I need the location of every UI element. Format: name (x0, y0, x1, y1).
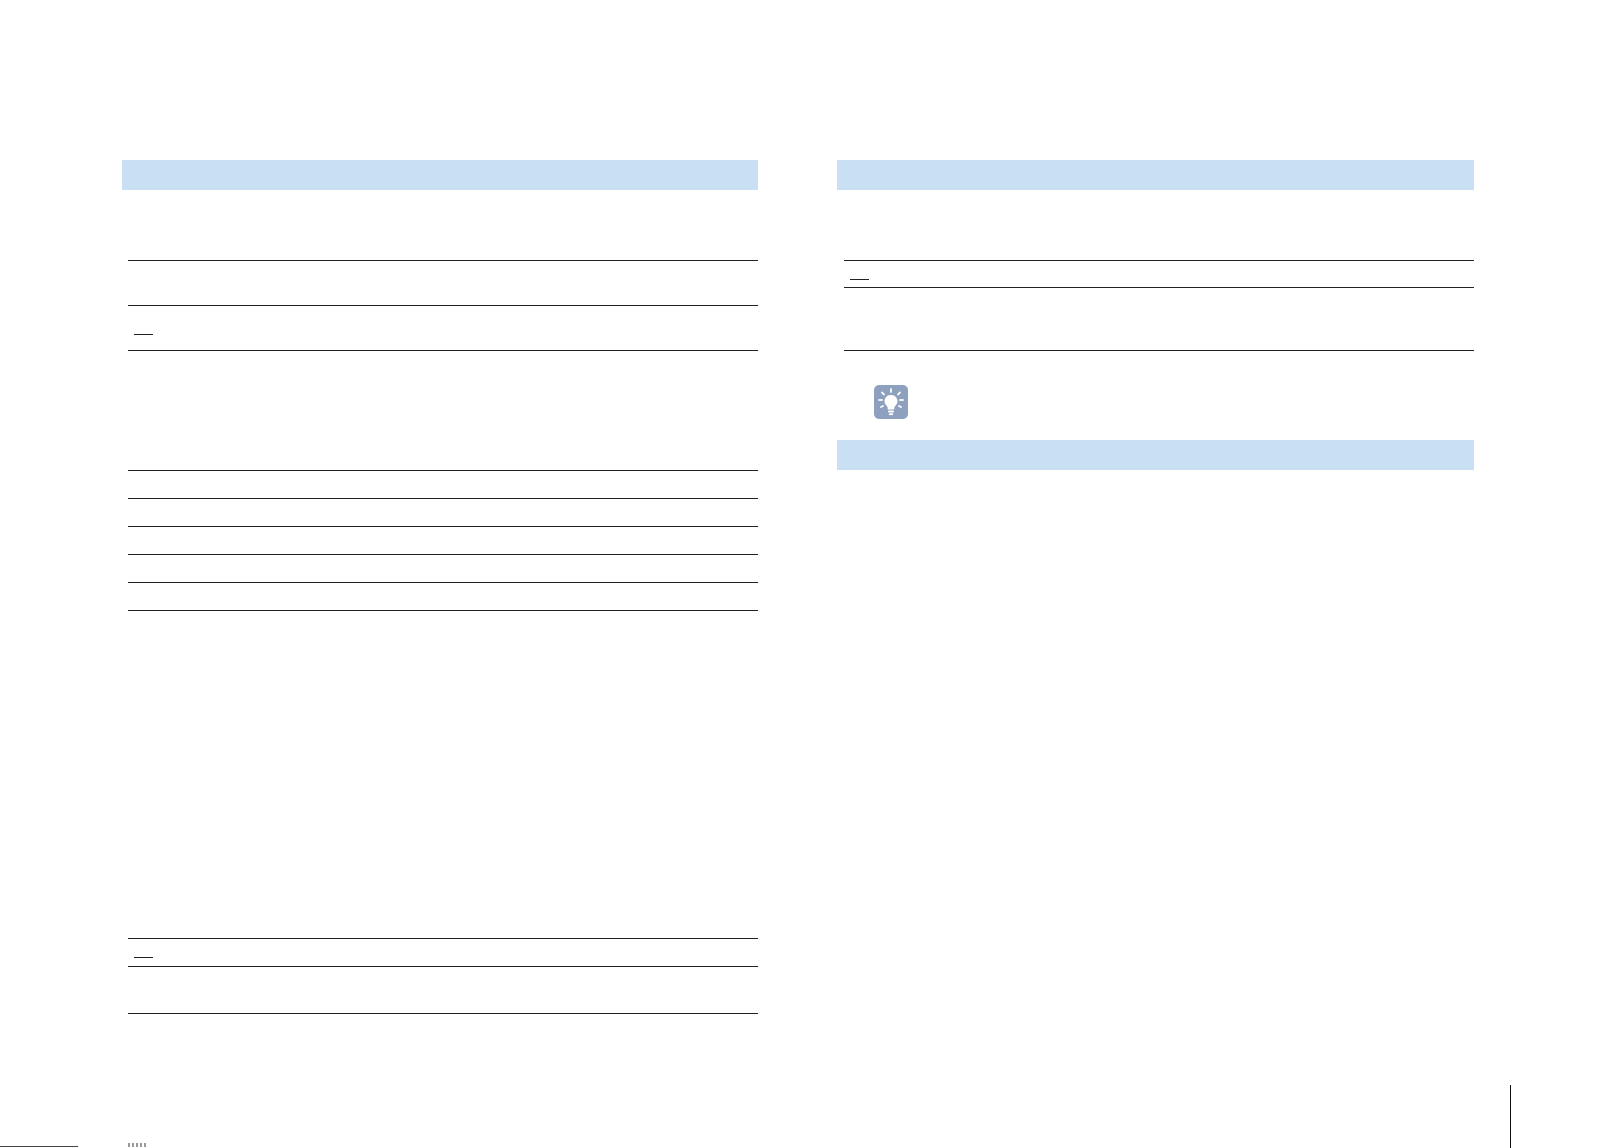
left-row-marker (134, 334, 153, 335)
left-table-rule (128, 305, 758, 306)
left-table-rule (128, 526, 758, 527)
left-section-header (122, 160, 758, 190)
page-edge-mark (1510, 1085, 1511, 1148)
right-table-rule (844, 350, 1474, 351)
left-table-rule (128, 350, 758, 351)
left-table-rule (128, 554, 758, 555)
right-table-rule (844, 260, 1474, 261)
right-table-rule (844, 287, 1474, 288)
left-table-rule (128, 498, 758, 499)
footer-rule (0, 1146, 78, 1147)
left-table-rule (128, 470, 758, 471)
left-table-rule (128, 582, 758, 583)
left-table-rule (128, 966, 758, 967)
right-row-marker (850, 279, 869, 280)
right-section-header (837, 160, 1474, 190)
left-table-rule (128, 260, 758, 261)
left-table-rule (128, 1013, 758, 1014)
right-section-header (837, 440, 1474, 470)
left-table-rule (128, 610, 758, 611)
lightbulb-icon (874, 385, 908, 419)
footer-marks (128, 1143, 146, 1147)
left-table-rule (128, 938, 758, 939)
left-row-marker (134, 957, 153, 958)
